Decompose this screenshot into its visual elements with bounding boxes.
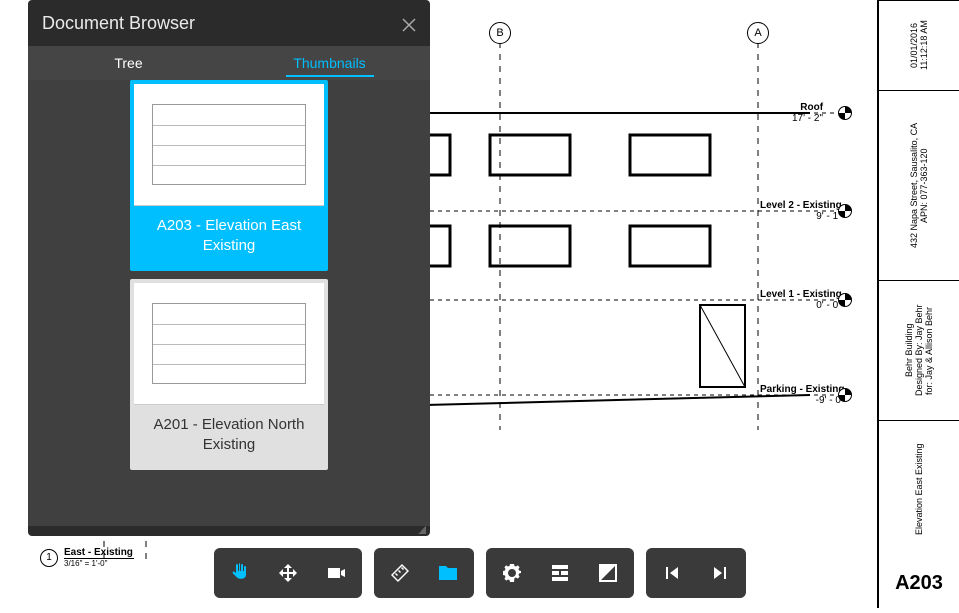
camera-icon	[324, 561, 348, 585]
document-browser-resize-handle[interactable]	[28, 526, 430, 536]
toolbar-group-paging	[646, 548, 746, 598]
contrast-icon	[596, 561, 620, 585]
pan-button[interactable]	[216, 550, 264, 596]
prev-sheet-button[interactable]	[648, 550, 696, 596]
callout-level2-label: Level 2 - Existing	[760, 200, 842, 211]
callout-level2-elev: 9' - 1"	[760, 211, 842, 222]
document-browser: Document Browser Tree Thumbnails A203 - …	[28, 0, 430, 536]
thumbnail-label: A203 - Elevation East Existing	[134, 206, 324, 267]
datum-mark-level1	[838, 293, 852, 307]
thumbnail-label: A201 - Elevation North Existing	[134, 405, 324, 466]
skip-next-icon	[708, 561, 732, 585]
toolbar-group-settings	[486, 548, 634, 598]
section-scale: 3/16" = 1'-0"	[64, 559, 134, 568]
properties-button[interactable]	[536, 550, 584, 596]
title-block: 01/01/2016 11:12:18 AM 432 Napa Street, …	[877, 0, 959, 608]
title-block-address: 432 Napa Street, Sausalito, CA APN: 077-…	[879, 90, 959, 280]
title-block-sheet: A203	[879, 558, 959, 608]
next-sheet-button[interactable]	[696, 550, 744, 596]
tab-tree[interactable]: Tree	[28, 46, 229, 80]
thumbnail-card[interactable]: A203 - Elevation East Existing	[130, 80, 328, 271]
toolbar-group-tools	[374, 548, 474, 598]
toolbar-group-nav	[214, 548, 362, 598]
callout-parking-elev: -9' - 0"	[760, 395, 844, 406]
datum-mark-parking	[838, 388, 852, 402]
skip-previous-icon	[660, 561, 684, 585]
title-block-project: Behr Building Designed By: Jay Behr for:…	[879, 280, 959, 420]
section-marker: 1 East - Existing 3/16" = 1'-0"	[40, 547, 134, 568]
document-browser-header: Document Browser	[28, 0, 430, 46]
grid-bubble-b: B	[489, 22, 511, 44]
callout-level1-elev: 0' - 0"	[760, 300, 842, 311]
thumbnail-preview	[134, 84, 324, 206]
fit-icon	[276, 561, 300, 585]
properties-icon	[548, 561, 572, 585]
thumbnail-preview	[134, 283, 324, 405]
fit-button[interactable]	[264, 550, 312, 596]
tab-thumbnails[interactable]: Thumbnails	[229, 46, 430, 80]
title-block-date: 01/01/2016 11:12:18 AM	[879, 0, 959, 90]
document-browser-title: Document Browser	[42, 13, 195, 34]
datum-mark-level2	[838, 204, 852, 218]
measure-button[interactable]	[376, 550, 424, 596]
thumbnails-list: A203 - Elevation East Existing A201 - El…	[28, 80, 430, 526]
settings-button[interactable]	[488, 550, 536, 596]
model-structure-button[interactable]	[584, 550, 632, 596]
documents-button[interactable]	[424, 550, 472, 596]
viewer-toolbar	[214, 548, 746, 598]
camera-button[interactable]	[312, 550, 360, 596]
section-number: 1	[40, 549, 58, 567]
title-block-title: Elevation East Existing	[879, 420, 959, 558]
callout-roof-elev: 17' - 2"	[792, 113, 823, 124]
grid-bubble-a: A	[747, 22, 769, 44]
section-title: East - Existing	[64, 547, 134, 559]
document-browser-tabs: Tree Thumbnails	[28, 46, 430, 80]
gear-icon	[500, 561, 524, 585]
datum-mark-roof	[838, 106, 852, 120]
callout-level1-label: Level 1 - Existing	[760, 289, 842, 300]
callout-roof-label: Roof	[792, 102, 823, 113]
folder-icon	[436, 561, 460, 585]
hand-icon	[228, 561, 252, 585]
close-icon[interactable]	[402, 16, 416, 30]
callout-parking-label: Parking - Existing	[760, 384, 844, 395]
thumbnail-card[interactable]: A201 - Elevation North Existing	[130, 279, 328, 470]
ruler-icon	[388, 561, 412, 585]
